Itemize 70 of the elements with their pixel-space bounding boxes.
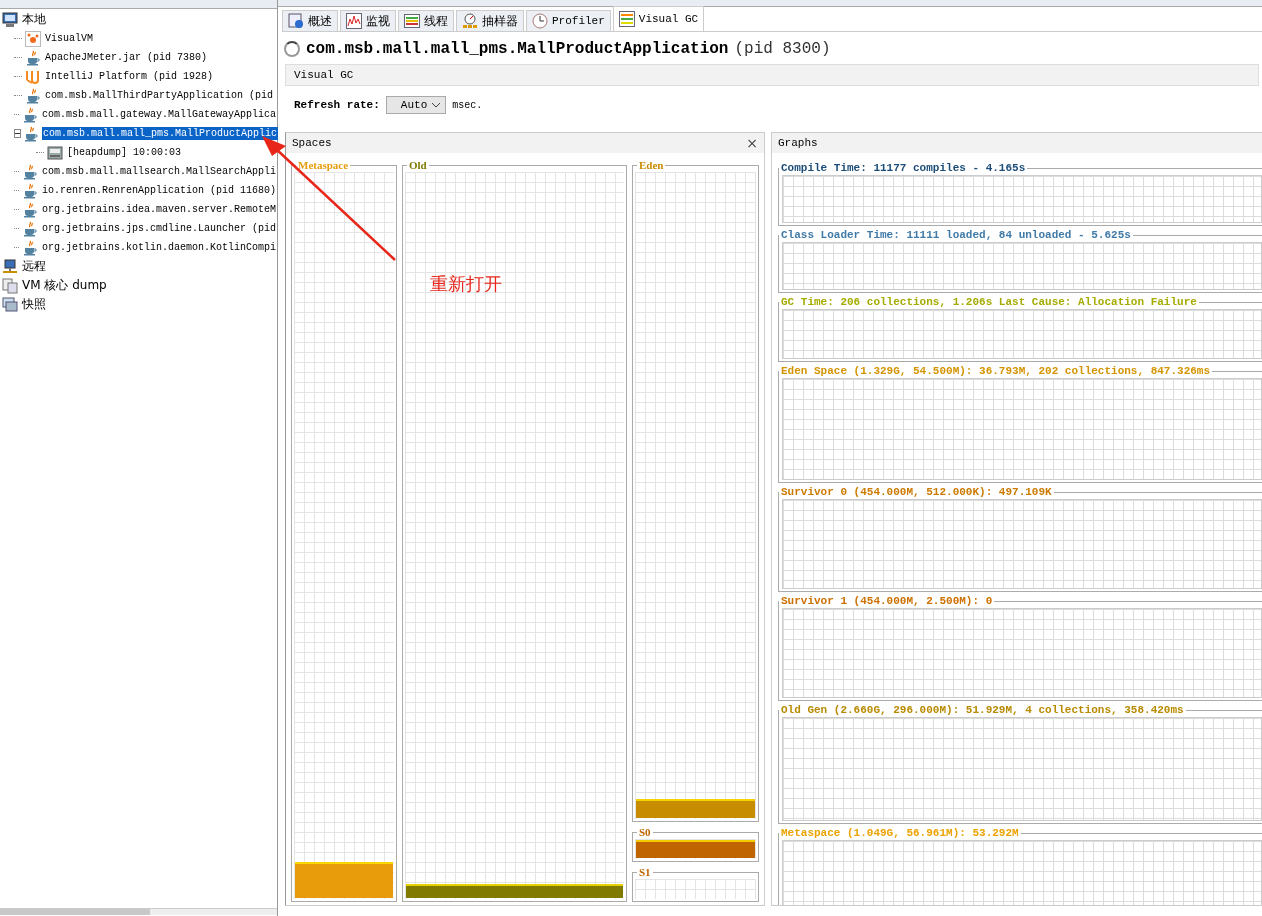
tree-item[interactable]: 本地 [21, 10, 47, 29]
graph-title: Survivor 1 (454.000M, 2.500M): 0 [780, 596, 994, 607]
tree-item[interactable]: org.jetbrains.kotlin.daemon.KotlinCompi [40, 241, 277, 254]
documents-icon [2, 277, 18, 294]
tree-item[interactable]: org.jetbrains.idea.maven.server.RemoteM [40, 203, 277, 216]
panel-title: Graphs [778, 137, 818, 149]
ij-logo-icon [25, 68, 41, 85]
coffee-cup-icon [23, 125, 39, 142]
tree-item[interactable]: com.msb.mall.gateway.MallGatewayApplica [40, 108, 277, 121]
close-button[interactable]: × [746, 135, 758, 151]
tab[interactable]: 概述 [282, 10, 338, 31]
tree-item[interactable]: com.msb.mall.mallsearch.MallSearchAppli [40, 165, 277, 178]
graph-title: Compile Time: 11177 compiles - 4.165s [780, 163, 1027, 174]
refresh-dropdown[interactable]: Auto [385, 96, 447, 114]
tree-item[interactable]: io.renren.RenrenApplication (pid 11680) [40, 184, 277, 197]
space-label: S1 [637, 866, 653, 878]
coffee-cup-icon [21, 201, 38, 218]
tab[interactable]: Profiler [526, 10, 611, 31]
tree-item[interactable]: 快照 [21, 295, 47, 314]
app-title: com.msb.mall.mall_pms.MallProductApplication [306, 40, 729, 58]
section-header: Visual GC [285, 64, 1259, 86]
coffee-cup-icon [21, 220, 38, 237]
panel-title: Spaces [292, 137, 332, 149]
tree-item[interactable]: com.msb.MallThirdPartyApplication (pid [44, 89, 275, 102]
tree-item[interactable]: com.msb.mall.mall_pms.MallProductApplic [42, 127, 279, 140]
tab[interactable]: Visual GC [612, 6, 705, 31]
network-icon [2, 258, 18, 275]
coffee-cup-icon [21, 106, 38, 123]
annotation-text: 重新打开 [430, 272, 502, 296]
computer-icon [2, 11, 18, 28]
scrollbar[interactable] [0, 908, 277, 915]
coffee-cup-icon [21, 239, 38, 256]
graph-title: Class Loader Time: 11111 loaded, 84 unloaded - 5.625s [780, 230, 1132, 241]
coffee-cup-icon [25, 87, 41, 104]
gauge-icon [462, 13, 478, 29]
clock-icon [532, 13, 548, 29]
loading-icon [284, 41, 300, 57]
tree-item[interactable]: VisualVM [44, 32, 94, 45]
graph-title: Survivor 0 (454.000M, 512.000K): 497.109K [780, 487, 1053, 498]
info-icon [288, 13, 304, 29]
table-icon [618, 11, 635, 27]
space-label: Eden [637, 159, 666, 171]
tree-item[interactable]: IntelliJ Platform (pid 1928) [44, 70, 215, 83]
expand-toggle[interactable] [14, 129, 21, 138]
space-label: Metaspace [296, 159, 351, 171]
tab[interactable]: 抽样器 [456, 10, 524, 31]
threads-icon [404, 13, 420, 29]
tree-item[interactable]: org.jetbrains.jps.cmdline.Launcher (pid [40, 222, 277, 235]
caret-icon [431, 102, 442, 108]
tree-item[interactable]: [heapdump] 10:00:03 [66, 146, 183, 159]
chart-icon [346, 13, 362, 29]
space-label: Old [407, 159, 429, 171]
tree-item[interactable]: 远程 [21, 257, 47, 276]
unit-label: msec. [452, 99, 483, 111]
tree-item[interactable]: VM 核心 dump [21, 276, 108, 295]
coffee-cup-icon [21, 182, 38, 199]
coffee-cup-icon [25, 49, 41, 66]
app-logo-icon [25, 30, 41, 47]
pid-label: (pid 8300) [734, 40, 831, 58]
graph-title: Old Gen (2.660G, 296.000M): 51.929M, 4 collections, 358.420ms [780, 705, 1185, 716]
coffee-cup-icon [21, 163, 38, 180]
refresh-label: Refresh rate: [294, 99, 380, 111]
graph-title: Eden Space (1.329G, 54.500M): 36.793M, 202 collections, 847.326ms [780, 366, 1212, 377]
tab[interactable]: 监视 [340, 10, 396, 31]
tree-item[interactable]: ApacheJMeter.jar (pid 7380) [44, 51, 209, 64]
tab[interactable]: 线程 [398, 10, 454, 31]
windows-icon [2, 296, 18, 313]
space-label: S0 [637, 826, 653, 838]
graph-title: GC Time: 206 collections, 1.206s Last Cause: Allocation Failure [780, 297, 1198, 308]
graph-title: Metaspace (1.049G, 56.961M): 53.292M [780, 828, 1020, 839]
